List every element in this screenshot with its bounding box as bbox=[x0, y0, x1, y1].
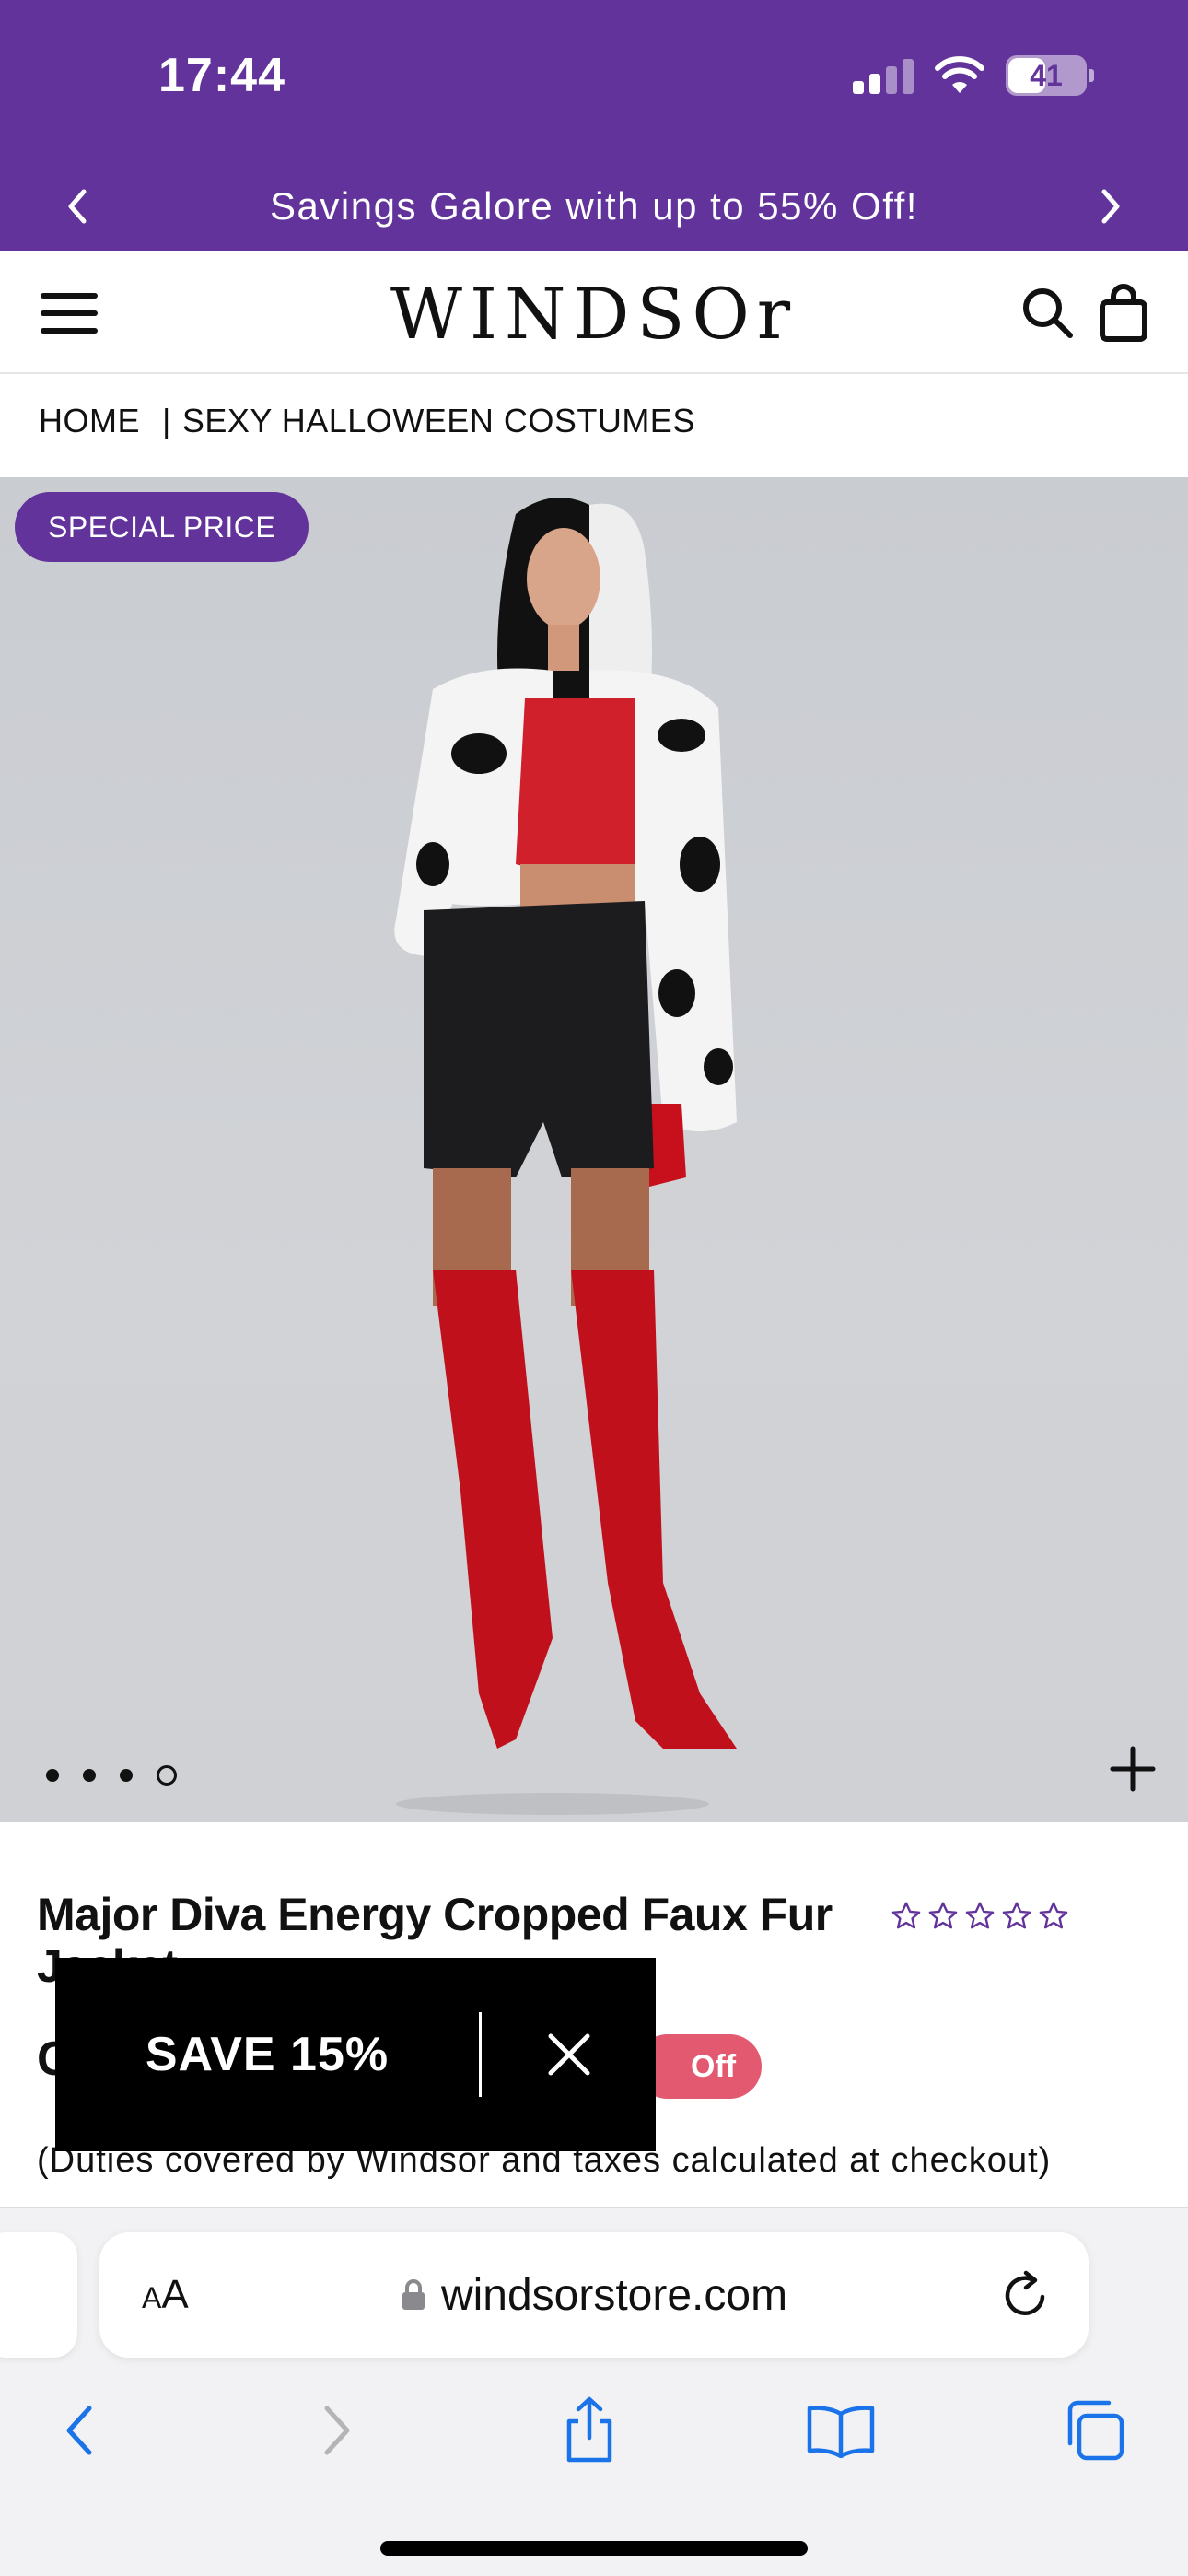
gallery-dot[interactable] bbox=[46, 1769, 59, 1782]
share-icon bbox=[566, 2396, 612, 2463]
cellular-signal-icon bbox=[853, 57, 914, 94]
star-icon bbox=[1002, 1902, 1031, 1929]
browser-toolbar bbox=[0, 2389, 1188, 2490]
battery-icon: 41 bbox=[1006, 55, 1094, 96]
breadcrumb-separator: | bbox=[162, 402, 171, 439]
search-icon bbox=[1023, 288, 1073, 338]
promo-text[interactable]: Savings Galore with up to 55% Off! bbox=[270, 184, 918, 228]
save-discount-popup[interactable]: SAVE 15% bbox=[55, 1958, 656, 2151]
tabs-button[interactable] bbox=[1053, 2389, 1136, 2472]
wifi-icon bbox=[935, 56, 984, 93]
gallery-dot[interactable] bbox=[120, 1769, 133, 1782]
reload-button[interactable] bbox=[998, 2266, 1054, 2324]
star-icon bbox=[928, 1902, 958, 1929]
star-icon bbox=[1039, 1902, 1068, 1929]
chevron-left-icon bbox=[68, 189, 87, 224]
zoom-button[interactable] bbox=[1103, 1739, 1162, 1798]
browser-chrome: AA windsorstore.com bbox=[0, 2207, 1188, 2576]
star-icon bbox=[891, 1902, 921, 1929]
gallery-pagination[interactable] bbox=[46, 1765, 177, 1786]
chevron-right-icon bbox=[324, 2406, 350, 2455]
gallery-dot[interactable] bbox=[83, 1769, 96, 1782]
promo-next-button[interactable] bbox=[1083, 179, 1138, 234]
promo-bar: Savings Galore with up to 55% Off! bbox=[0, 162, 1188, 251]
address-bar[interactable]: AA windsorstore.com bbox=[99, 2232, 1089, 2358]
chevron-right-icon bbox=[1101, 189, 1120, 224]
breadcrumb: HOME | SEXY HALLOWEEN COSTUMES bbox=[39, 402, 695, 440]
promo-prev-button[interactable] bbox=[50, 179, 105, 234]
breadcrumb-home[interactable]: HOME bbox=[39, 402, 140, 440]
url-display[interactable]: windsorstore.com bbox=[99, 2270, 1089, 2321]
share-button[interactable] bbox=[548, 2389, 631, 2472]
status-time: 17:44 bbox=[158, 49, 285, 102]
url-text: windsorstore.com bbox=[440, 2270, 788, 2320]
forward-button[interactable] bbox=[295, 2389, 378, 2472]
home-indicator[interactable] bbox=[380, 2541, 808, 2556]
lock-icon bbox=[402, 2279, 425, 2310]
star-icon bbox=[965, 1902, 995, 1929]
cart-button[interactable] bbox=[1096, 282, 1151, 346]
product-image-gallery[interactable]: SPECIAL PRICE bbox=[0, 477, 1188, 1822]
search-button[interactable] bbox=[1017, 282, 1081, 346]
special-price-badge: SPECIAL PRICE bbox=[15, 492, 309, 562]
tabs-icon bbox=[1067, 2400, 1124, 2461]
breadcrumb-category[interactable]: SEXY HALLOWEEN COSTUMES bbox=[182, 402, 695, 440]
shopping-bag-icon bbox=[1100, 284, 1147, 342]
rating-stars[interactable] bbox=[890, 1900, 1070, 1933]
chevron-left-icon bbox=[66, 2406, 92, 2455]
plus-icon bbox=[1110, 1746, 1156, 1792]
top-banner: 17:44 41 Savings Galore with up to 55% O… bbox=[0, 0, 1188, 251]
brand-logo[interactable]: WINDSOr bbox=[0, 273, 1188, 355]
gallery-dot-active[interactable] bbox=[157, 1765, 177, 1786]
battery-level: 41 bbox=[1030, 58, 1063, 92]
site-header: WINDSOr bbox=[0, 251, 1188, 374]
product-model-image bbox=[394, 498, 737, 1815]
bookmarks-button[interactable] bbox=[799, 2389, 882, 2472]
reload-icon bbox=[1005, 2270, 1045, 2315]
book-icon bbox=[807, 2406, 875, 2458]
close-icon bbox=[548, 2033, 589, 2076]
previous-tab-peek[interactable] bbox=[0, 2232, 77, 2358]
back-button[interactable] bbox=[39, 2389, 122, 2472]
popup-close-button[interactable] bbox=[482, 1958, 656, 2151]
save-discount-label[interactable]: SAVE 15% bbox=[55, 2027, 479, 2082]
status-icons: 41 bbox=[853, 55, 1094, 96]
